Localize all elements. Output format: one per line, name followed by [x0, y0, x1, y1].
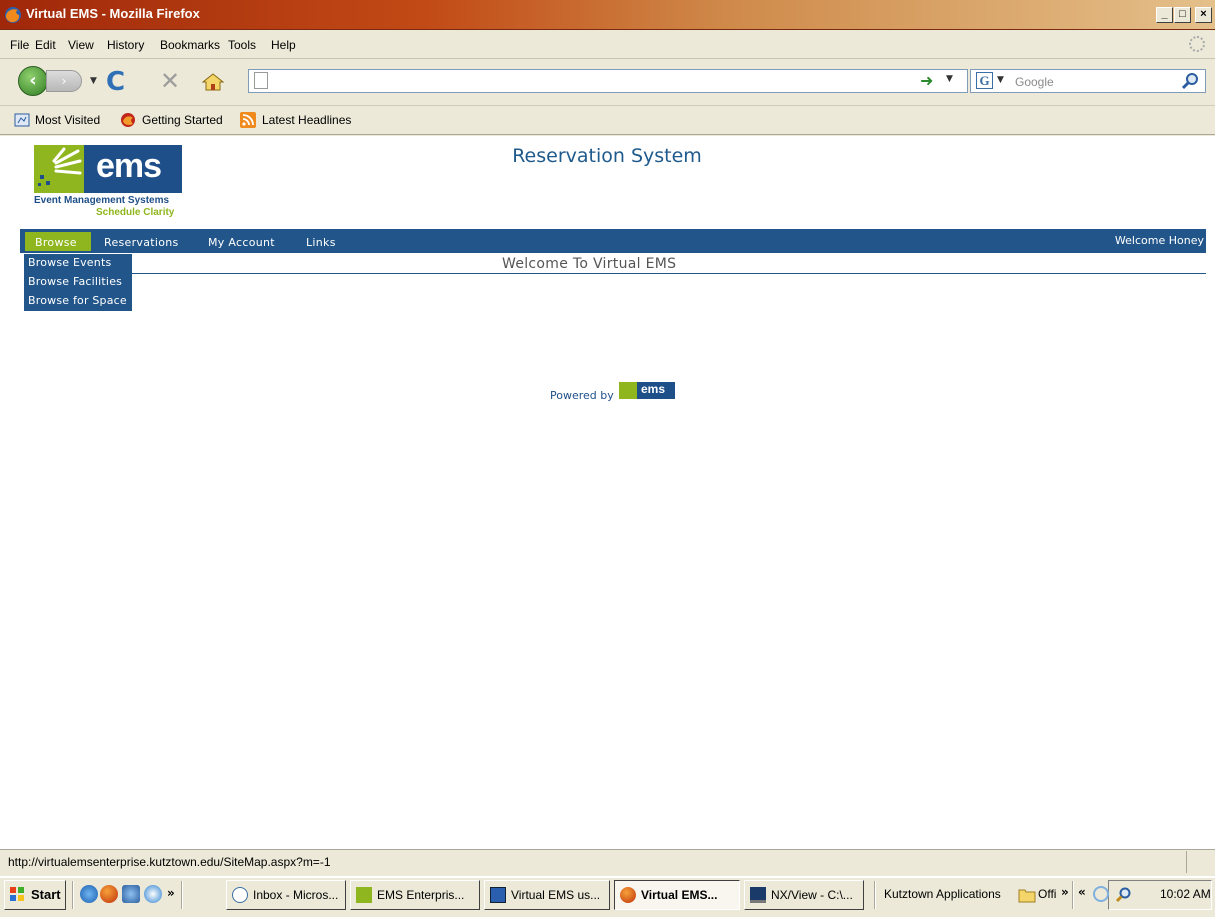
quicklaunch-more[interactable]: » — [167, 886, 175, 900]
menu-edit[interactable]: Edit — [35, 38, 56, 52]
dropdown-browse-for-space[interactable]: Browse for Space — [28, 294, 127, 307]
powered-by-text: Powered by — [550, 389, 614, 402]
task-label: EMS Enterpris... — [377, 888, 465, 902]
nav-my-account[interactable]: My Account — [208, 236, 275, 249]
welcome-heading: Welcome To Virtual EMS — [502, 256, 677, 272]
go-arrow-icon[interactable]: ➜ — [920, 71, 933, 90]
search-quicklaunch-icon[interactable] — [144, 885, 162, 903]
window-title: Virtual EMS - Mozilla Firefox — [26, 6, 200, 21]
search-icon[interactable] — [1180, 71, 1200, 91]
task-label: Inbox - Micros... — [253, 888, 339, 902]
firefox-icon — [5, 7, 21, 23]
toolbar-kutztown-applications[interactable]: Kutztown Applications — [884, 887, 1001, 901]
home-icon[interactable] — [202, 72, 224, 92]
windows-logo-icon — [10, 887, 24, 901]
taskbar-separator — [1072, 881, 1074, 909]
tray-expand-button[interactable]: « — [1078, 885, 1086, 899]
menu-view[interactable]: View — [68, 38, 94, 52]
search-engine-dropdown-icon[interactable]: ▼ — [997, 75, 1004, 85]
back-button[interactable]: ‹ — [18, 66, 48, 96]
bookmark-latest-headlines[interactable]: Latest Headlines — [262, 113, 351, 127]
firefox-icon — [620, 887, 636, 903]
minimize-button[interactable]: _ — [1156, 7, 1173, 23]
ems-logo-text: ems — [96, 147, 162, 185]
heading-divider — [132, 273, 1206, 274]
search-placeholder: Google — [1015, 75, 1054, 89]
clock: 10:02 AM — [1160, 887, 1211, 901]
welcome-user-text: Welcome Honey — [1114, 234, 1204, 247]
app-navigation-bar — [20, 229, 1206, 253]
nav-browse[interactable]: Browse — [35, 236, 77, 249]
url-input[interactable] — [248, 69, 968, 93]
status-url: http://virtualemsenterprise.kutztown.edu… — [8, 855, 331, 869]
menu-tools[interactable]: Tools — [228, 38, 256, 52]
task-virtual-ems-firefox[interactable]: Virtual EMS... — [614, 880, 740, 910]
getting-started-icon — [121, 113, 135, 127]
nav-links[interactable]: Links — [306, 236, 336, 249]
logo-company-name: Event Management Systems — [34, 195, 170, 206]
logo-tagline: Schedule Clarity — [96, 207, 175, 218]
task-virtual-ems-doc[interactable]: Virtual EMS us... — [484, 880, 610, 910]
taskbar-separator — [181, 881, 183, 909]
google-search-engine-icon[interactable]: G — [976, 72, 993, 89]
outlook-quicklaunch-icon[interactable] — [122, 885, 140, 903]
task-inbox[interactable]: Inbox - Micros... — [226, 880, 346, 910]
tray-network-icon[interactable] — [1093, 886, 1109, 902]
nx-view-icon — [750, 887, 766, 903]
bookmark-most-visited[interactable]: Most Visited — [35, 113, 100, 127]
reload-icon[interactable]: C — [106, 67, 125, 97]
task-label: Virtual EMS... — [641, 888, 718, 902]
page-icon — [254, 72, 268, 89]
rss-feed-icon — [240, 112, 256, 128]
task-label: NX/View - C:\... — [771, 888, 853, 902]
tray-search-icon[interactable] — [1114, 886, 1132, 904]
toolbar-more[interactable]: » — [1061, 885, 1069, 899]
history-dropdown-icon[interactable]: ▼ — [90, 76, 98, 86]
status-divider — [1186, 851, 1187, 873]
firefox-quicklaunch-icon[interactable] — [100, 885, 118, 903]
word-icon — [490, 887, 506, 903]
powered-by-logo-mark — [619, 382, 637, 399]
maximize-button[interactable]: □ — [1174, 7, 1191, 23]
throbber-icon — [1189, 36, 1205, 52]
dropdown-browse-facilities[interactable]: Browse Facilities — [28, 275, 122, 288]
folder-icon — [1018, 889, 1036, 903]
ems-icon — [356, 887, 372, 903]
page-title: Reservation System — [512, 145, 702, 167]
most-visited-icon — [14, 113, 30, 127]
nav-reservations[interactable]: Reservations — [104, 236, 179, 249]
task-label: Virtual EMS us... — [511, 888, 601, 902]
url-dropdown-icon[interactable]: ▼ — [946, 74, 953, 84]
ems-burst-icon — [38, 147, 82, 186]
dropdown-browse-events[interactable]: Browse Events — [28, 256, 111, 269]
menu-bookmarks[interactable]: Bookmarks — [160, 38, 220, 52]
bookmark-getting-started[interactable]: Getting Started — [142, 113, 223, 127]
menu-history[interactable]: History — [107, 38, 144, 52]
task-ems-enterprise[interactable]: EMS Enterpris... — [350, 880, 480, 910]
forward-button[interactable]: › — [46, 70, 82, 92]
search-input[interactable] — [970, 69, 1206, 93]
powered-by-logo-text: ems — [641, 382, 666, 396]
ems-logo-mark — [34, 145, 84, 193]
outlook-icon — [232, 887, 248, 903]
taskbar-separator — [72, 881, 74, 909]
menu-file[interactable]: File — [10, 38, 29, 52]
taskbar-separator — [874, 881, 876, 909]
close-button[interactable]: × — [1195, 7, 1212, 23]
task-nx-view[interactable]: NX/View - C:\... — [744, 880, 864, 910]
menu-help[interactable]: Help — [271, 38, 296, 52]
toolbar-office[interactable]: Offi — [1038, 887, 1056, 901]
ie-quicklaunch-icon[interactable] — [80, 885, 98, 903]
stop-icon[interactable]: ✕ — [160, 67, 180, 95]
